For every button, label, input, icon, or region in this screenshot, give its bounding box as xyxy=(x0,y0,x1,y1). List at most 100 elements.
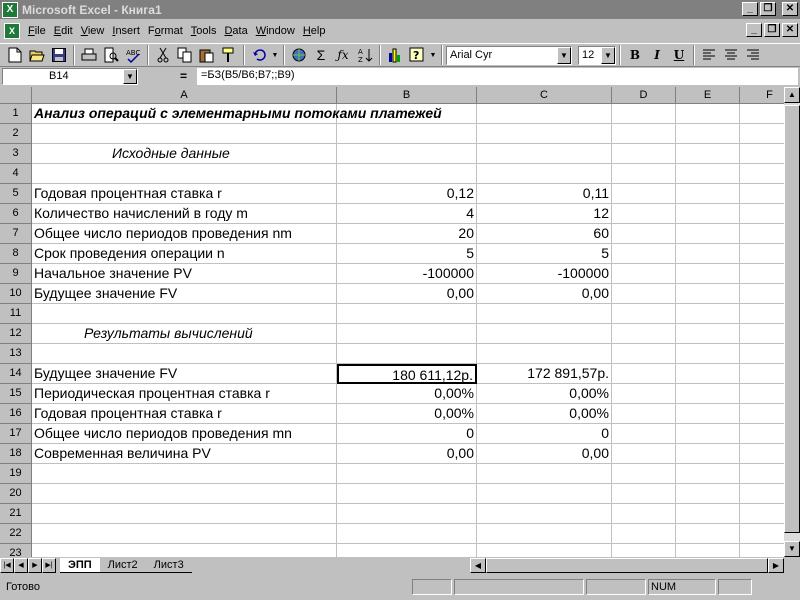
spreadsheet-grid[interactable]: A B C D E F 1 Анализ операций с элементарными п… xyxy=(0,87,800,557)
cell-b21[interactable] xyxy=(337,504,477,524)
close-button[interactable]: ✕ xyxy=(782,2,798,16)
excel-app-icon[interactable]: X xyxy=(2,1,18,18)
cell-e6[interactable] xyxy=(676,204,740,224)
cell-c14[interactable]: 172 891,57р. xyxy=(477,364,612,384)
cell-c6[interactable]: 12 xyxy=(477,204,612,224)
cell-a19[interactable] xyxy=(32,464,337,484)
row-header-1[interactable]: 1 xyxy=(0,104,32,124)
cell-c4[interactable] xyxy=(477,164,612,184)
cell-d22[interactable] xyxy=(612,524,676,544)
cell-e7[interactable] xyxy=(676,224,740,244)
restore-button[interactable]: ❐ xyxy=(760,2,776,16)
cell-a7[interactable]: Общее число периодов проведения nm xyxy=(32,224,337,244)
cell-b5[interactable]: 0,12 xyxy=(337,184,477,204)
cell-b17[interactable]: 0 xyxy=(337,424,477,444)
row-header-13[interactable]: 13 xyxy=(0,344,32,364)
row-header-19[interactable]: 19 xyxy=(0,464,32,484)
chart-wizard-icon[interactable] xyxy=(384,44,406,66)
cell-d12[interactable] xyxy=(612,324,676,344)
cell-a17[interactable]: Общее число периодов проведения mn xyxy=(32,424,337,444)
row-header-21[interactable]: 21 xyxy=(0,504,32,524)
cell-b15[interactable]: 0,00% xyxy=(337,384,477,404)
formula-input[interactable]: =БЗ(B5/B6;B7;;B9) xyxy=(197,68,798,85)
cell-b12[interactable] xyxy=(337,324,477,344)
italic-button[interactable]: I xyxy=(646,44,668,66)
row-header-9[interactable]: 9 xyxy=(0,264,32,284)
cell-c8[interactable]: 5 xyxy=(477,244,612,264)
cell-b6[interactable]: 4 xyxy=(337,204,477,224)
cell-c5[interactable]: 0,11 xyxy=(477,184,612,204)
cell-c2[interactable] xyxy=(477,124,612,144)
cell-d20[interactable] xyxy=(612,484,676,504)
cell-b23[interactable] xyxy=(337,544,477,557)
cell-c3[interactable] xyxy=(477,144,612,164)
cell-e4[interactable] xyxy=(676,164,740,184)
cell-a8[interactable]: Срок проведения операции n xyxy=(32,244,337,264)
menu-help[interactable]: Help xyxy=(299,22,330,40)
cell-a11[interactable] xyxy=(32,304,337,324)
cell-e9[interactable] xyxy=(676,264,740,284)
vertical-scrollbar[interactable]: ▲ ▼ xyxy=(784,87,800,557)
cell-e22[interactable] xyxy=(676,524,740,544)
cell-d13[interactable] xyxy=(612,344,676,364)
workbook-icon[interactable]: X xyxy=(4,23,20,39)
cell-b16[interactable]: 0,00% xyxy=(337,404,477,424)
vertical-scroll-thumb[interactable] xyxy=(784,105,800,533)
cut-icon[interactable] xyxy=(152,44,174,66)
cell-d19[interactable] xyxy=(612,464,676,484)
cell-b11[interactable] xyxy=(337,304,477,324)
column-header-b[interactable]: B xyxy=(337,87,477,104)
cell-e14[interactable] xyxy=(676,364,740,384)
row-header-2[interactable]: 2 xyxy=(0,124,32,144)
column-header-d[interactable]: D xyxy=(612,87,676,104)
copy-icon[interactable] xyxy=(174,44,196,66)
cell-e17[interactable] xyxy=(676,424,740,444)
cell-a22[interactable] xyxy=(32,524,337,544)
cell-b22[interactable] xyxy=(337,524,477,544)
cell-e13[interactable] xyxy=(676,344,740,364)
name-box[interactable]: B14 ▼ xyxy=(2,68,138,85)
next-sheet-icon[interactable]: ▶ xyxy=(28,558,42,573)
cell-b8[interactable]: 5 xyxy=(337,244,477,264)
row-header-12[interactable]: 12 xyxy=(0,324,32,344)
undo-icon[interactable] xyxy=(248,44,270,66)
row-header-6[interactable]: 6 xyxy=(0,204,32,224)
cell-d3[interactable] xyxy=(612,144,676,164)
cell-e3[interactable] xyxy=(676,144,740,164)
font-name-select[interactable]: Arial Cyr ▼ xyxy=(446,45,572,65)
menu-format[interactable]: Format xyxy=(144,22,187,40)
toolbar-options-icon[interactable]: ▼ xyxy=(428,44,438,66)
row-header-4[interactable]: 4 xyxy=(0,164,32,184)
cell-d1[interactable] xyxy=(612,104,676,124)
cell-a2[interactable] xyxy=(32,124,337,144)
cell-d17[interactable] xyxy=(612,424,676,444)
row-header-16[interactable]: 16 xyxy=(0,404,32,424)
menu-data[interactable]: Data xyxy=(220,22,251,40)
horizontal-scroll-thumb[interactable] xyxy=(486,558,768,573)
menu-window[interactable]: Window xyxy=(252,22,299,40)
cell-a15[interactable]: Периодическая процентная ставка r xyxy=(32,384,337,404)
cell-b1[interactable] xyxy=(337,104,477,124)
cell-c9[interactable]: -100000 xyxy=(477,264,612,284)
sheet-tab-0[interactable]: ЭПП xyxy=(60,558,100,573)
doc-restore-button[interactable]: ❐ xyxy=(764,23,780,37)
cell-d18[interactable] xyxy=(612,444,676,464)
row-header-22[interactable]: 22 xyxy=(0,524,32,544)
spelling-icon[interactable]: ABC xyxy=(122,44,144,66)
save-icon[interactable] xyxy=(48,44,70,66)
function-icon[interactable]: ƒx xyxy=(332,44,354,66)
column-header-a[interactable]: A xyxy=(32,87,337,104)
cell-e2[interactable] xyxy=(676,124,740,144)
row-header-5[interactable]: 5 xyxy=(0,184,32,204)
row-header-3[interactable]: 3 xyxy=(0,144,32,164)
cell-c20[interactable] xyxy=(477,484,612,504)
bold-button[interactable]: B xyxy=(624,44,646,66)
chevron-down-icon[interactable]: ▼ xyxy=(601,46,615,64)
doc-minimize-button[interactable]: _ xyxy=(746,23,762,37)
scroll-down-icon[interactable]: ▼ xyxy=(784,541,800,557)
help-icon[interactable]: ? xyxy=(406,44,428,66)
align-right-icon[interactable] xyxy=(742,44,764,66)
cell-a13[interactable] xyxy=(32,344,337,364)
cell-e21[interactable] xyxy=(676,504,740,524)
cell-a23[interactable] xyxy=(32,544,337,557)
